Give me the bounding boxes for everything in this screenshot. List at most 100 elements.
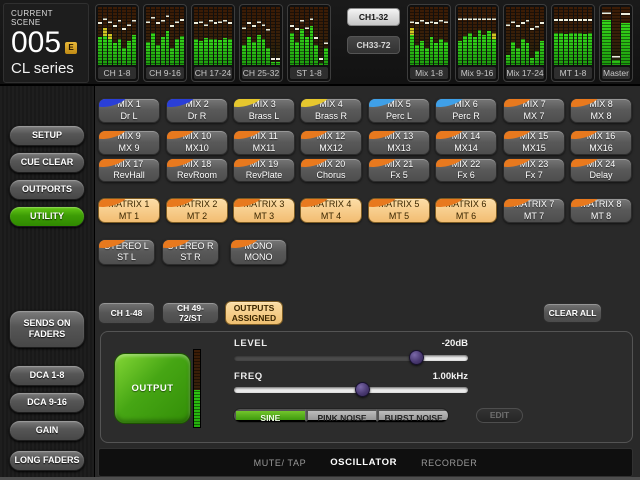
meter-bar <box>310 7 314 65</box>
meter-bar-fill <box>574 33 578 65</box>
bottom-tab-recorder[interactable]: RECORDER <box>421 458 477 468</box>
channel-button-matrix-2[interactable]: MATRIX 2MT 2 <box>166 198 228 223</box>
meter-bar <box>271 7 275 65</box>
channel-button-matrix-6[interactable]: MATRIX 6MT 6 <box>435 198 497 223</box>
channel-name: MONO <box>231 252 286 263</box>
channel-button-mix-16[interactable]: MIX 16MX16 <box>570 130 632 155</box>
meter-bar <box>146 7 150 65</box>
bottom-tab-mute-tap[interactable]: MUTE/ TAP <box>254 458 307 468</box>
channel-button-mix-1[interactable]: MIX 1Dr L <box>98 98 160 123</box>
channel-button-matrix-5[interactable]: MATRIX 5MT 5 <box>368 198 430 223</box>
sidebar-button-gain[interactable]: GAIN <box>9 420 85 441</box>
sidebar-button-dca-1-8[interactable]: DCA 1-8 <box>9 365 85 386</box>
clear-all-button[interactable]: CLEAR ALL <box>543 303 602 323</box>
meter-peak-hold <box>434 22 438 24</box>
mode-button-burst-noise[interactable]: BURST NOISE <box>377 409 448 422</box>
console-screen: CURRENT SCENE 005 E CL series CH 1-8CH 9… <box>0 0 640 480</box>
meter-bar-fill <box>305 37 309 65</box>
channel-button-matrix-4[interactable]: MATRIX 4MT 4 <box>300 198 362 223</box>
mode-button-sine[interactable]: SINE <box>234 409 306 422</box>
meter-bar <box>621 7 630 65</box>
channel-button-stereo-r[interactable]: STEREO RST R <box>162 239 219 265</box>
channel-button-mix-6[interactable]: MIX 6Perc R <box>435 98 497 123</box>
meter-peak-hold <box>209 20 213 22</box>
channel-button-matrix-7[interactable]: MATRIX 7MT 7 <box>503 198 565 223</box>
channel-name: Perc R <box>436 111 496 122</box>
oscillator-output-button[interactable]: OUTPUT <box>114 353 191 424</box>
level-slider-knob[interactable] <box>409 350 424 365</box>
meter-peak-hold <box>535 26 539 28</box>
sidebar-button-cue-clear[interactable]: CUE CLEAR <box>9 152 85 173</box>
meter-bar <box>199 7 203 65</box>
oscillator-edit-button[interactable]: EDIT <box>476 408 523 423</box>
channel-button-mix-2[interactable]: MIX 2Dr R <box>166 98 228 123</box>
bank-selector-ch33-72[interactable]: CH33-72 <box>347 36 400 54</box>
meter-peak-hold <box>166 15 170 17</box>
mode-button-pink-noise[interactable]: PINK NOISE <box>306 409 378 422</box>
meter-bar <box>305 7 309 65</box>
meter-bar <box>583 7 587 65</box>
view-tab-ch-1-48[interactable]: CH 1-48 <box>98 302 155 324</box>
channel-button-mix-3[interactable]: MIX 3Brass L <box>233 98 295 123</box>
sidebar-button-utility[interactable]: UTILITY <box>9 206 85 227</box>
meter-bar <box>482 7 486 65</box>
meter-bars <box>146 7 184 65</box>
channel-button-mix-9[interactable]: MIX 9MX 9 <box>98 130 160 155</box>
meter-bar-fill <box>175 39 179 65</box>
channel-name: Fx 7 <box>504 170 564 181</box>
meter-bars <box>290 7 328 65</box>
view-tab-outputs-assigned[interactable]: OUTPUTS ASSIGNED <box>225 301 283 325</box>
channel-button-mix-8[interactable]: MIX 8MX 8 <box>570 98 632 123</box>
meter-bar-fill <box>478 30 482 65</box>
channel-button-mix-17[interactable]: MIX 17RevHall <box>98 158 160 182</box>
channel-button-mix-14[interactable]: MIX 14MX14 <box>435 130 497 155</box>
meter-peak-hold <box>194 22 198 24</box>
meter-bar-fill <box>314 45 318 65</box>
channel-button-mix-4[interactable]: MIX 4Brass R <box>300 98 362 123</box>
freq-slider-track[interactable] <box>234 387 468 393</box>
channel-button-matrix-3[interactable]: MATRIX 3MT 3 <box>233 198 295 223</box>
channel-button-stereo-l[interactable]: STEREO LST L <box>98 239 155 265</box>
meter-bar-fill <box>161 37 165 65</box>
channel-button-mix-10[interactable]: MIX 10MX10 <box>166 130 228 155</box>
channel-button-mix-5[interactable]: MIX 5Perc L <box>368 98 430 123</box>
bank-selector-ch1-32[interactable]: CH1-32 <box>347 8 400 26</box>
meter-bar <box>122 7 126 65</box>
sidebar-button-outports[interactable]: OUTPORTS <box>9 179 85 200</box>
meter-bar-fill <box>540 41 544 65</box>
meter-bar <box>526 7 530 65</box>
channel-button-mix-22[interactable]: MIX 22Fx 6 <box>435 158 497 182</box>
channel-button-matrix-8[interactable]: MATRIX 8MT 8 <box>570 198 632 223</box>
view-tab-ch-49-72-st[interactable]: CH 49-72/ST <box>162 302 219 324</box>
channel-button-mono[interactable]: MONOMONO <box>230 239 287 265</box>
sidebar-button-dca-9-16[interactable]: DCA 9-16 <box>9 392 85 413</box>
channel-button-mix-12[interactable]: MIX 12MX12 <box>300 130 362 155</box>
meter-bar <box>132 7 136 65</box>
channel-button-mix-18[interactable]: MIX 18RevRoom <box>166 158 228 182</box>
channel-button-mix-23[interactable]: MIX 23Fx 7 <box>503 158 565 182</box>
bottom-tab-bar: MUTE/ TAP OSCILLATOR RECORDER <box>98 448 633 477</box>
channel-button-mix-15[interactable]: MIX 15MX15 <box>503 130 565 155</box>
meter-bar <box>425 7 429 65</box>
channel-name: Dr R <box>167 111 227 122</box>
channel-button-mix-7[interactable]: MIX 7MX 7 <box>503 98 565 123</box>
channel-button-matrix-1[interactable]: MATRIX 1MT 1 <box>98 198 160 223</box>
meter-bars <box>554 7 592 65</box>
meter-bar <box>180 7 184 65</box>
meter-peak-hold <box>262 24 266 26</box>
channel-button-mix-21[interactable]: MIX 21Fx 5 <box>368 158 430 182</box>
channel-button-mix-13[interactable]: MIX 13MX13 <box>368 130 430 155</box>
channel-button-mix-20[interactable]: MIX 20Chorus <box>300 158 362 182</box>
freq-value: 1.00kHz <box>348 371 468 382</box>
sidebar-button-sends-on-faders[interactable]: SENDS ON FADERS <box>9 310 85 348</box>
channel-button-mix-19[interactable]: MIX 19RevPlate <box>233 158 295 182</box>
channel-button-mix-11[interactable]: MIX 11MX11 <box>233 130 295 155</box>
meter-peak-hold <box>300 20 304 22</box>
freq-slider-knob[interactable] <box>355 382 370 397</box>
meter-peak-hold <box>478 18 482 20</box>
channel-button-mix-24[interactable]: MIX 24Delay <box>570 158 632 182</box>
sidebar-button-setup[interactable]: SETUP <box>9 125 85 146</box>
bottom-tab-oscillator[interactable]: OSCILLATOR <box>330 457 397 468</box>
sidebar-button-long-faders[interactable]: LONG FADERS <box>9 450 85 471</box>
level-slider-track[interactable] <box>234 355 468 361</box>
